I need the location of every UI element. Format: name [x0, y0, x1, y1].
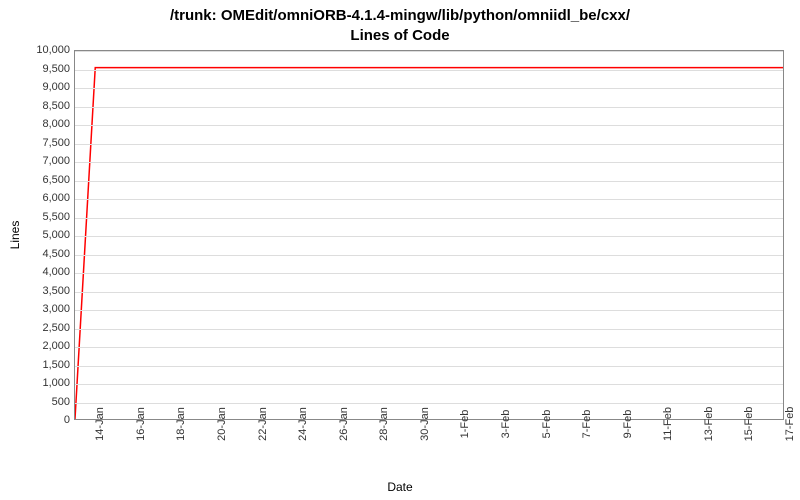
- gridline-h: [75, 384, 783, 385]
- gridline-h: [75, 403, 783, 404]
- y-tick-label: 6,500: [20, 174, 70, 186]
- gridline-h: [75, 51, 783, 52]
- gridline-h: [75, 218, 783, 219]
- title-prefix: /trunk:: [170, 7, 221, 24]
- y-tick-label: 4,000: [20, 266, 70, 278]
- x-tick-label: 30-Jan: [419, 407, 431, 441]
- gridline-h: [75, 292, 783, 293]
- x-tick-label: 15-Feb: [743, 407, 755, 442]
- y-tick-label: 8,000: [20, 118, 70, 130]
- y-tick-label: 9,500: [20, 63, 70, 75]
- x-tick-label: 9-Feb: [622, 410, 634, 439]
- y-tick-label: 7,000: [20, 155, 70, 167]
- gridline-h: [75, 125, 783, 126]
- y-tick-label: 3,000: [20, 303, 70, 315]
- gridline-h: [75, 255, 783, 256]
- gridline-h: [75, 329, 783, 330]
- gridline-h: [75, 162, 783, 163]
- y-tick-label: 9,000: [20, 81, 70, 93]
- y-tick-label: 4,500: [20, 248, 70, 260]
- gridline-h: [75, 70, 783, 71]
- x-tick-label: 7-Feb: [581, 410, 593, 439]
- gridline-h: [75, 107, 783, 108]
- gridline-h: [75, 273, 783, 274]
- x-tick-label: 14-Jan: [94, 407, 106, 441]
- y-tick-label: 2,500: [20, 322, 70, 334]
- y-tick-label: 7,500: [20, 137, 70, 149]
- x-tick-label: 3-Feb: [500, 410, 512, 439]
- gridline-h: [75, 88, 783, 89]
- y-tick-label: 5,000: [20, 229, 70, 241]
- chart-title: /trunk: OMEdit/omniORB-4.1.4-mingw/lib/p…: [0, 0, 800, 45]
- y-tick-label: 1,500: [20, 359, 70, 371]
- x-tick-label: 1-Feb: [459, 410, 471, 439]
- gridline-h: [75, 181, 783, 182]
- gridline-h: [75, 366, 783, 367]
- plot-area: [74, 50, 784, 420]
- x-tick-label: 17-Feb: [784, 407, 796, 442]
- y-tick-label: 8,500: [20, 100, 70, 112]
- gridline-h: [75, 144, 783, 145]
- x-tick-label: 5-Feb: [541, 410, 553, 439]
- x-tick-label: 13-Feb: [703, 407, 715, 442]
- chart-subtitle: Lines of Code: [350, 27, 449, 44]
- y-tick-label: 5,500: [20, 211, 70, 223]
- gridline-h: [75, 347, 783, 348]
- gridline-h: [75, 310, 783, 311]
- x-axis-label: Date: [0, 480, 800, 494]
- y-tick-label: 2,000: [20, 340, 70, 352]
- y-tick-label: 0: [20, 414, 70, 426]
- x-tick-label: 28-Jan: [378, 407, 390, 441]
- x-tick-label: 16-Jan: [135, 407, 147, 441]
- title-path: OMEdit/omniORB-4.1.4-mingw/lib/python/om…: [221, 7, 630, 24]
- x-tick-label: 22-Jan: [257, 407, 269, 441]
- x-tick-label: 11-Feb: [662, 407, 674, 441]
- y-tick-label: 1,000: [20, 377, 70, 389]
- gridline-h: [75, 199, 783, 200]
- x-tick-label: 24-Jan: [297, 407, 309, 441]
- y-tick-label: 6,000: [20, 192, 70, 204]
- y-tick-label: 10,000: [20, 44, 70, 56]
- gridline-h: [75, 236, 783, 237]
- y-tick-label: 500: [20, 396, 70, 408]
- x-tick-label: 18-Jan: [175, 407, 187, 441]
- x-tick-label: 26-Jan: [338, 407, 350, 441]
- x-tick-label: 20-Jan: [216, 407, 228, 441]
- y-tick-label: 3,500: [20, 285, 70, 297]
